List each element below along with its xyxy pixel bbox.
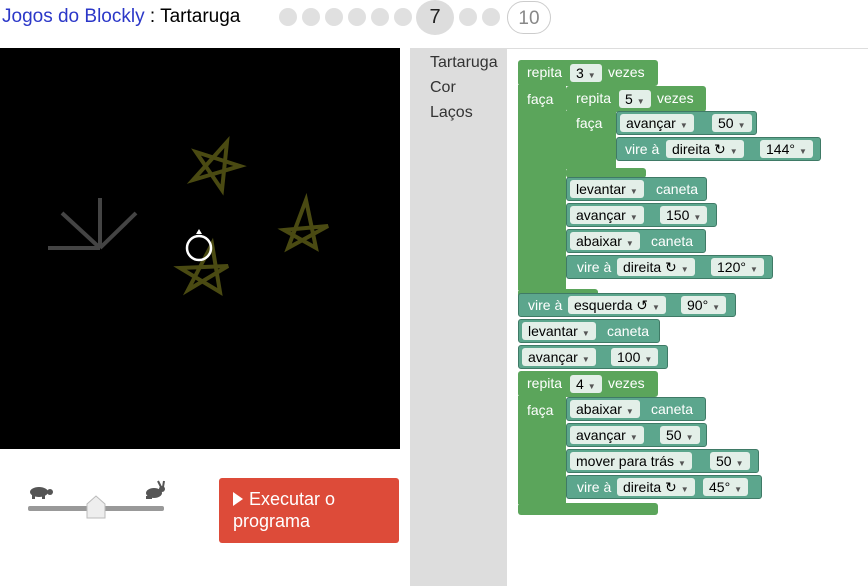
do-label: faça <box>576 115 603 131</box>
turn-direction-field[interactable]: direita ↻ ▼ <box>666 140 744 158</box>
pen-down-block[interactable]: abaixar ▼ caneta <box>566 229 706 253</box>
move-direction-field[interactable]: avançar ▼ <box>570 206 644 224</box>
turn-label: vire à <box>577 259 612 275</box>
star-shape <box>277 192 329 253</box>
repeat-label: repita <box>527 375 563 391</box>
do-label: faça <box>527 91 554 107</box>
turn-block[interactable]: vire à direita ↻ ▼ 144° ▼ <box>616 137 821 161</box>
level-dot-9[interactable] <box>482 8 500 26</box>
angle-field[interactable]: 45° ▼ <box>703 478 749 496</box>
pen-up-block[interactable]: levantar ▼ caneta <box>566 177 707 201</box>
move-forward-block[interactable]: avançar ▼ 50 ▼ <box>616 111 757 135</box>
times-label: vezes <box>608 64 645 80</box>
level-dot-1[interactable] <box>279 8 297 26</box>
pen-down-block[interactable]: abaixar ▼ caneta <box>566 397 706 421</box>
move-direction-field[interactable]: avançar ▼ <box>522 348 596 366</box>
move-forward-block[interactable]: avançar ▼ 150 ▼ <box>566 203 717 227</box>
turn-direction-field[interactable]: direita ↻ ▼ <box>617 478 695 496</box>
repeat-count-field[interactable]: 5 ▼ <box>619 90 651 108</box>
move-backward-block[interactable]: mover para trás ▼ 50 ▼ <box>566 449 759 473</box>
move-direction-field[interactable]: avançar ▼ <box>620 114 694 132</box>
game-title: Tartaruga <box>160 6 241 27</box>
turn-block[interactable]: vire à esquerda ↺ ▼ 90° ▼ <box>518 293 736 317</box>
move-direction-field[interactable]: mover para trás ▼ <box>570 452 692 470</box>
turn-label: vire à <box>577 479 612 495</box>
turn-label: vire à <box>625 141 660 157</box>
speed-slider[interactable] <box>24 480 174 520</box>
drawn-stars <box>173 136 329 296</box>
turn-block[interactable]: vire à direita ↻ ▼ 45° ▼ <box>566 475 762 499</box>
turtle-canvas <box>0 48 400 449</box>
level-dot-5[interactable] <box>371 8 389 26</box>
pen-action-field[interactable]: abaixar ▼ <box>570 232 640 250</box>
distance-field[interactable]: 150 ▼ <box>660 206 708 224</box>
repeat-count-field[interactable]: 3 ▼ <box>570 64 602 82</box>
angle-field[interactable]: 90° ▼ <box>681 296 727 314</box>
level-dot-6[interactable] <box>394 8 412 26</box>
pen-label: caneta <box>651 401 694 417</box>
angle-field[interactable]: 120° ▼ <box>711 258 764 276</box>
times-label: vezes <box>608 375 645 391</box>
repeat-count-field[interactable]: 4 ▼ <box>570 375 602 393</box>
run-program-button[interactable]: Executar o programa <box>219 478 399 543</box>
turn-direction-field[interactable]: esquerda ↺ ▼ <box>568 296 666 314</box>
star-shape <box>186 136 247 196</box>
level-dot-2[interactable] <box>302 8 320 26</box>
do-label: faça <box>527 402 554 418</box>
title-separator: : <box>144 6 161 27</box>
pen-action-field[interactable]: levantar ▼ <box>522 322 596 340</box>
repeat-block-outer[interactable]: repita 3 ▼ vezes <box>518 60 658 86</box>
angle-field[interactable]: 144° ▼ <box>760 140 813 158</box>
pen-label: caneta <box>651 233 694 249</box>
toolbox-category-cor[interactable]: Cor <box>430 79 456 97</box>
distance-field[interactable]: 100 ▼ <box>611 348 659 366</box>
repeat-block-inner-body: faça <box>566 111 616 169</box>
level-dot-3[interactable] <box>325 8 343 26</box>
pen-up-block[interactable]: levantar ▼ caneta <box>518 319 660 343</box>
run-label: Executar o programa <box>233 489 336 531</box>
level-current[interactable]: 7 <box>416 0 454 35</box>
repeat-label: repita <box>576 90 612 106</box>
play-icon <box>233 492 243 506</box>
header: Jogos do Blockly : Tartaruga 7 10 <box>0 0 868 38</box>
turtle-slow-icon <box>30 487 53 499</box>
repeat-block-foot <box>518 503 658 515</box>
move-forward-block[interactable]: avançar ▼ 100 ▼ <box>518 345 668 369</box>
move-forward-block[interactable]: avançar ▼ 50 ▼ <box>566 423 707 447</box>
pen-action-field[interactable]: levantar ▼ <box>570 180 644 198</box>
repeat-block-inner[interactable]: repita 5 ▼ vezes <box>566 86 706 112</box>
repeat-label: repita <box>527 64 563 80</box>
pen-label: caneta <box>656 181 699 197</box>
distance-field[interactable]: 50 ▼ <box>712 114 752 132</box>
turtle-icon <box>185 229 213 262</box>
turn-direction-field[interactable]: direita ↻ ▼ <box>617 258 695 276</box>
toolbox-category-tartaruga[interactable]: Tartaruga <box>430 54 498 72</box>
pen-label: caneta <box>607 323 650 339</box>
app-title-link[interactable]: Jogos do Blockly <box>2 6 145 27</box>
rabbit-fast-icon <box>146 480 165 499</box>
slider-knob[interactable] <box>86 495 106 519</box>
pen-action-field[interactable]: abaixar ▼ <box>570 400 640 418</box>
toolbox-category-lacos[interactable]: Laços <box>430 104 473 122</box>
drawing-svg <box>48 136 329 296</box>
times-label: vezes <box>657 90 694 106</box>
repeat-block-outer-body: faça <box>518 85 566 290</box>
level-dot-8[interactable] <box>459 8 477 26</box>
distance-field[interactable]: 50 ▼ <box>660 426 700 444</box>
distance-field[interactable]: 50 ▼ <box>710 452 750 470</box>
repeat-block-body: faça <box>518 396 566 504</box>
turn-label: vire à <box>528 297 563 313</box>
level-dot-4[interactable] <box>348 8 366 26</box>
move-direction-field[interactable]: avançar ▼ <box>570 426 644 444</box>
page-title: Jogos do Blockly : Tartaruga <box>2 6 240 28</box>
repeat-block[interactable]: repita 4 ▼ vezes <box>518 371 658 397</box>
block-workspace[interactable]: repita 3 ▼ vezes faça repita 5 ▼ vezes faç… <box>507 48 868 586</box>
turn-block[interactable]: vire à direita ↻ ▼ 120° ▼ <box>566 255 773 279</box>
level-final[interactable]: 10 <box>507 1 551 34</box>
turtle-trail <box>48 198 138 250</box>
toolbox: Tartaruga Cor Laços <box>410 48 507 586</box>
